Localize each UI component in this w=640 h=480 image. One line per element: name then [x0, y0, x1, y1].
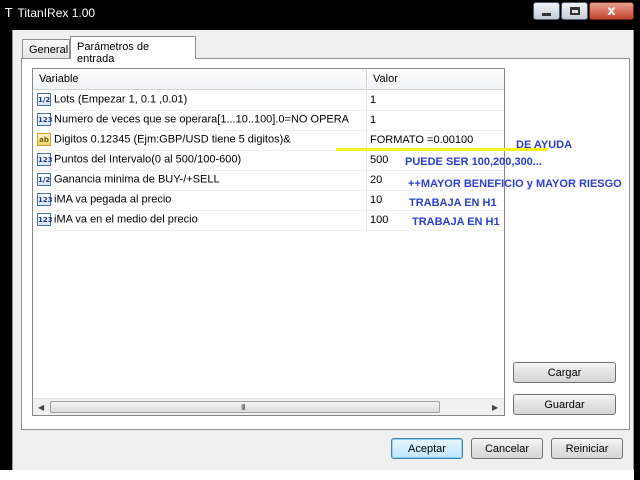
integer-type-icon: 123 — [37, 153, 53, 166]
cargar-button[interactable]: Cargar — [513, 362, 616, 383]
maximize-icon — [569, 7, 580, 15]
guardar-button[interactable]: Guardar — [513, 394, 616, 415]
window-title-text: TitanIRex 1.00 — [17, 6, 96, 20]
cancelar-button[interactable]: Cancelar — [471, 438, 543, 459]
variable-name: iMA va pegada al precio — [54, 193, 172, 206]
annotation-puede-ser: PUEDE SER 100,200,300... — [405, 156, 542, 168]
table-row[interactable]: 1/2 Lots (Empezar 1, 0.1 ,0.01) 1 — [33, 91, 504, 111]
variable-name: Puntos del Intervalo(0 al 500/100-600) — [54, 153, 242, 166]
horizontal-scrollbar[interactable]: ◀ III ▶ — [33, 398, 504, 415]
column-header-variable[interactable]: Variable — [39, 73, 79, 85]
column-header-value[interactable]: Valor — [373, 73, 398, 85]
aceptar-button[interactable]: Aceptar — [391, 438, 463, 459]
tab-parametros[interactable]: Parámetros de entrada — [70, 36, 196, 65]
variable-name: Ganancia minima de BUY-/+SELL — [54, 173, 220, 186]
variable-value[interactable]: 1 — [370, 114, 376, 126]
variable-value[interactable]: FORMATO =0.00100 — [370, 134, 473, 146]
minimize-button[interactable] — [533, 2, 560, 20]
grip-icon: III — [241, 403, 246, 412]
variable-value[interactable]: 10 — [370, 194, 382, 206]
left-border — [0, 30, 12, 470]
integer-type-icon: 123 — [37, 193, 53, 206]
column-divider[interactable] — [366, 69, 367, 89]
integer-type-icon: 123 — [37, 213, 53, 226]
scroll-left-icon[interactable]: ◀ — [38, 403, 44, 412]
variable-name: Lots (Empezar 1, 0.1 ,0.01) — [54, 93, 188, 106]
title-bar: T TitanIRex 1.00 x — [0, 0, 640, 30]
variable-value[interactable]: 500 — [370, 154, 388, 166]
string-type-icon: ab — [37, 133, 51, 146]
double-type-icon: 1/2 — [37, 173, 51, 186]
close-icon: x — [607, 3, 616, 19]
annotation-h1-pegada: TRABAJA EN H1 — [409, 197, 497, 209]
close-button[interactable]: x — [589, 2, 634, 20]
tab-general[interactable]: General — [22, 39, 70, 59]
window-title: T TitanIRex 1.00 — [5, 6, 95, 20]
scroll-right-icon[interactable]: ▶ — [492, 403, 498, 412]
app-icon: T — [5, 6, 13, 20]
reiniciar-button[interactable]: Reiniciar — [551, 438, 623, 459]
variable-value[interactable]: 100 — [370, 214, 388, 226]
variable-name: iMA va en el medio del precio — [54, 213, 198, 226]
table-header: Variable Valor — [33, 69, 504, 90]
annotation-h1-medio: TRABAJA EN H1 — [412, 216, 500, 228]
scrollbar-thumb[interactable]: III — [50, 401, 440, 413]
annotation-mayor-riesgo: ++MAYOR BENEFICIO y MAYOR RIESGO — [408, 178, 622, 190]
integer-type-icon: 123 — [37, 113, 53, 126]
variable-value[interactable]: 1 — [370, 94, 376, 106]
maximize-button[interactable] — [561, 2, 588, 20]
variable-value[interactable]: 20 — [370, 174, 382, 186]
variable-name: Digitos 0.12345 (Ejm:GBP/USD tiene 5 dig… — [54, 133, 291, 146]
minimize-icon — [542, 12, 551, 16]
table-row[interactable]: 123Numero de veces que se operara[1...10… — [33, 111, 504, 131]
variable-name: Numero de veces que se operara[1...10..1… — [54, 113, 350, 126]
double-type-icon: 1/2 — [37, 93, 51, 106]
right-border — [634, 30, 640, 480]
parameters-table: Variable Valor 1/2 Lots (Empezar 1, 0.1 ,… — [32, 68, 505, 416]
annotation-ayuda: DE AYUDA — [516, 139, 573, 151]
